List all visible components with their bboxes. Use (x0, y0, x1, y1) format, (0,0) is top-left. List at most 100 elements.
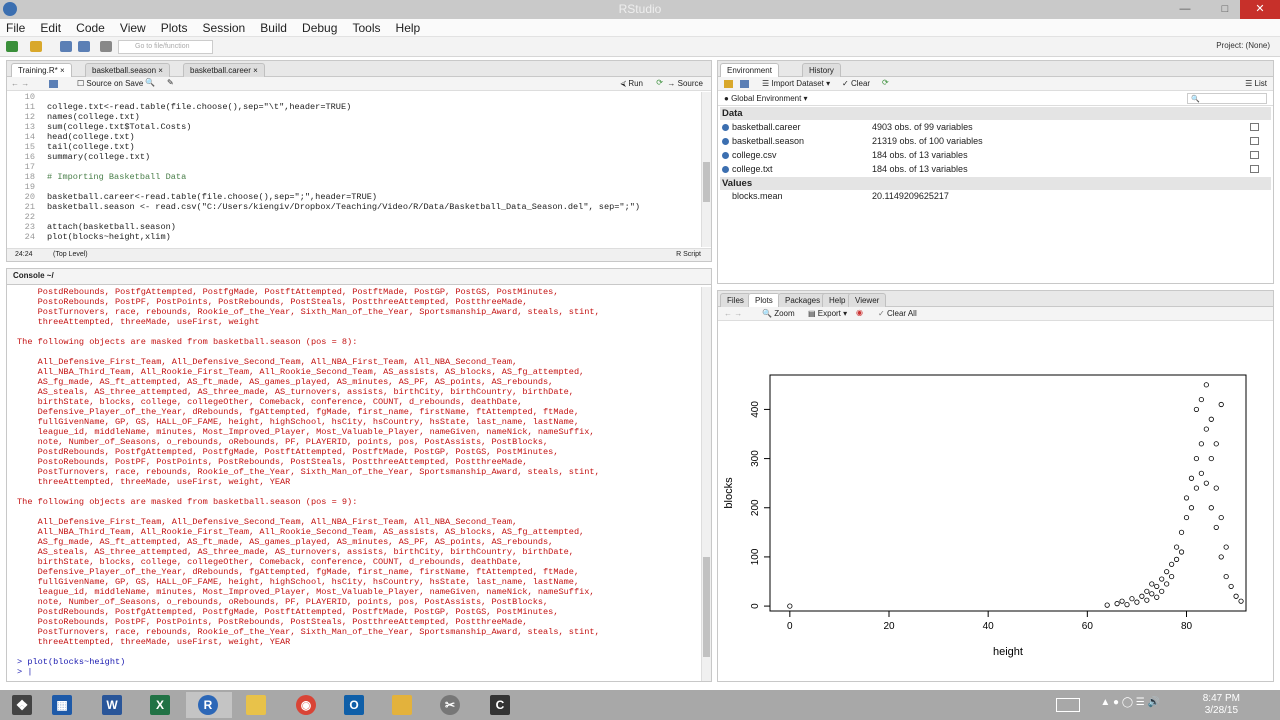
code-line[interactable]: 13 sum(college.txt$Total.Costs) (7, 122, 701, 132)
code-line[interactable]: 24 plot(blocks~height,xlim) (7, 232, 701, 242)
rerun-icon[interactable]: ⟳ (656, 78, 663, 87)
code-line[interactable]: 12 names(college.txt) (7, 112, 701, 122)
menu-code[interactable]: Code (70, 19, 111, 37)
system-clock[interactable]: 8:47 PM 3/28/15 (1203, 693, 1240, 717)
code-line[interactable]: 10 (7, 92, 701, 102)
env-search-input[interactable]: 🔍 (1187, 93, 1267, 104)
menu-build[interactable]: Build (254, 19, 293, 37)
back-icon[interactable]: ← → (11, 79, 29, 88)
menu-debug[interactable]: Debug (296, 19, 343, 37)
refresh-icon[interactable]: ⟳ (882, 78, 889, 87)
file-type-selector[interactable]: R Script (676, 249, 701, 261)
menu-plots[interactable]: Plots (155, 19, 194, 37)
close-button[interactable]: ✕ (1240, 0, 1280, 19)
maximize-button[interactable]: □ (1210, 0, 1240, 19)
menu-tools[interactable]: Tools (346, 19, 386, 37)
code-line[interactable]: 15 tail(college.txt) (7, 142, 701, 152)
taskbar-app[interactable]: R (186, 692, 232, 718)
code-line[interactable]: 11 college.txt<-read.table(file.choose(),… (7, 102, 701, 112)
clear-env-button[interactable]: ✓ Clear (842, 79, 870, 88)
console-title[interactable]: Console ~/ (13, 271, 54, 280)
tab-files[interactable]: Files (720, 293, 751, 307)
code-line[interactable]: 18 # Importing Basketball Data (7, 172, 701, 182)
code-line[interactable]: 22 (7, 212, 701, 222)
taskbar-app[interactable]: ▦ (40, 692, 86, 718)
menu-view[interactable]: View (114, 19, 152, 37)
export-button[interactable]: ▤ Export ▾ (808, 309, 847, 318)
console-scrollbar[interactable] (701, 287, 711, 681)
goto-file-input[interactable]: Go to file/function (118, 40, 213, 54)
expand-icon[interactable] (722, 124, 729, 131)
scope-dropdown[interactable]: ● Global Environment ▾ (724, 94, 808, 103)
taskbar-app[interactable]: C (478, 692, 524, 718)
scrollbar-thumb[interactable] (703, 557, 710, 657)
open-file-icon[interactable] (30, 41, 42, 52)
taskbar-app[interactable]: W (90, 692, 136, 718)
tab-basketball-career[interactable]: basketball.career × (183, 63, 265, 77)
table-view-icon[interactable] (1250, 137, 1259, 145)
search-icon[interactable]: 🔍 (145, 78, 155, 87)
print-icon[interactable] (100, 41, 112, 52)
code-line[interactable]: 23 attach(basketball.season) (7, 222, 701, 232)
code-line[interactable]: 20 basketball.career<-read.table(file.cho… (7, 192, 701, 202)
menu-session[interactable]: Session (197, 19, 252, 37)
menu-file[interactable]: File (0, 19, 31, 37)
env-row[interactable]: college.csv 184 obs. of 13 variables (720, 148, 1271, 162)
save-icon[interactable] (740, 80, 749, 88)
taskbar-app[interactable]: ✂ (428, 692, 474, 718)
code-tools-icon[interactable]: ✎ (167, 78, 174, 87)
scope-selector[interactable]: (Top Level) (53, 249, 88, 261)
taskbar-app[interactable]: X (138, 692, 184, 718)
menu-help[interactable]: Help (390, 19, 427, 37)
import-dataset-button[interactable]: ☰ Import Dataset ▾ (762, 79, 830, 88)
expand-icon[interactable] (722, 138, 729, 145)
scrollbar-thumb[interactable] (703, 162, 710, 202)
table-view-icon[interactable] (1250, 123, 1259, 131)
source-button[interactable]: → Source (667, 79, 703, 88)
tab-packages[interactable]: Packages (778, 293, 828, 307)
code-line[interactable]: 16 summary(college.txt) (7, 152, 701, 162)
tab-viewer[interactable]: Viewer (848, 293, 887, 307)
remove-plot-icon[interactable]: ◉ (856, 308, 863, 317)
env-row[interactable]: blocks.mean 20.1149209625217 (720, 189, 1271, 203)
save-icon[interactable] (49, 80, 58, 88)
table-view-icon[interactable] (1250, 165, 1259, 173)
tray-icons[interactable]: ▲ ● ◯ ☰ 🔊 (1100, 697, 1160, 708)
console-output[interactable]: PostdRebounds, PostfgAttempted, PostfgMa… (7, 287, 699, 681)
keyboard-icon[interactable] (1056, 698, 1080, 712)
taskbar-app[interactable]: ◉ (284, 692, 330, 718)
tab-history[interactable]: History (802, 63, 841, 77)
tab-plots[interactable]: Plots (748, 293, 780, 307)
code-line[interactable]: 17 (7, 162, 701, 172)
expand-icon[interactable] (722, 152, 729, 159)
tab-environment[interactable]: Environment (720, 63, 779, 77)
run-button[interactable]: ⮘ Run (620, 79, 643, 89)
expand-icon[interactable] (722, 166, 729, 173)
zoom-button[interactable]: 🔍 Zoom (762, 309, 795, 318)
code-line[interactable]: 19 (7, 182, 701, 192)
project-menu[interactable]: Project: (None) (1216, 41, 1270, 50)
taskbar-app[interactable] (380, 692, 426, 718)
editor-scrollbar[interactable] (701, 92, 711, 247)
save-all-icon[interactable] (78, 41, 90, 52)
clear-all-button[interactable]: ✓ Clear All (878, 309, 917, 318)
view-mode-selector[interactable]: ☰ List (1245, 79, 1267, 88)
open-icon[interactable] (724, 80, 733, 88)
env-row[interactable]: college.txt 184 obs. of 13 variables (720, 162, 1271, 176)
save-icon[interactable] (60, 41, 72, 52)
code-editor[interactable]: 10 11 college.txt<-read.table(file.choose(… (7, 92, 701, 247)
tab-training-r[interactable]: Training.R* × (11, 63, 72, 77)
source-on-save-checkbox[interactable]: ☐ Source on Save (77, 79, 143, 88)
tab-basketball-season[interactable]: basketball.season × (85, 63, 170, 77)
code-line[interactable]: 21 basketball.season <- read.csv("C:/User… (7, 202, 701, 212)
code-line[interactable]: 14 head(college.txt) (7, 132, 701, 142)
taskbar-app[interactable] (234, 692, 280, 718)
env-row[interactable]: basketball.career 4903 obs. of 99 variabl… (720, 120, 1271, 134)
new-file-icon[interactable] (6, 41, 18, 52)
taskbar-app[interactable]: O (332, 692, 378, 718)
prev-plot-icon[interactable]: ← → (724, 309, 742, 318)
env-row[interactable]: basketball.season 21319 obs. of 100 varia… (720, 134, 1271, 148)
minimize-button[interactable]: — (1170, 0, 1200, 19)
table-view-icon[interactable] (1250, 151, 1259, 159)
menu-edit[interactable]: Edit (34, 19, 67, 37)
